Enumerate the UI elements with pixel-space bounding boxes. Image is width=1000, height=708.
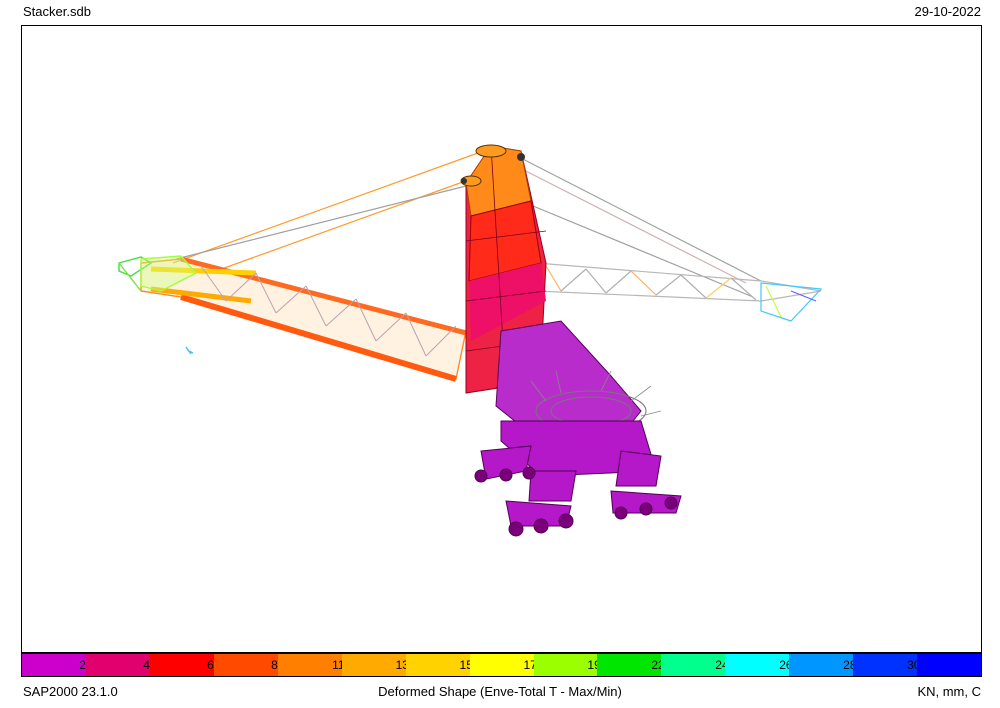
base-frame	[474, 420, 682, 537]
legend-segment: 242	[661, 654, 735, 676]
legend-segment: 286	[789, 654, 863, 676]
counter-jib	[535, 262, 823, 322]
print-date: 29-10-2022	[914, 4, 982, 19]
contour-legend-bar: 22446688110132154176198220242264286308	[21, 653, 982, 677]
legend-segment: 176	[469, 654, 544, 676]
legend-segment: 154	[405, 654, 480, 676]
legend-segment	[917, 654, 982, 676]
legend-segment: 198	[533, 654, 607, 676]
plot-title: Deformed Shape (Enve-Total T - Max/Min)	[378, 684, 622, 699]
file-name: Stacker.sdb	[23, 4, 91, 19]
units-label: KN, mm, C	[917, 684, 981, 699]
model-viewport[interactable]	[21, 25, 982, 653]
legend-segment: 44	[85, 654, 157, 676]
slewing-platform	[495, 320, 662, 437]
stacker-model-drawing	[118, 144, 823, 537]
legend-segment: 308	[853, 654, 927, 676]
legend-segment: 132	[341, 654, 416, 676]
legend-segment: 264	[725, 654, 799, 676]
legend-segment: 22	[22, 654, 93, 676]
main-boom	[118, 255, 467, 382]
legend-segment: 88	[213, 654, 284, 676]
legend-segment: 66	[149, 654, 220, 676]
legend-segment: 220	[597, 654, 671, 676]
legend-segment: 110	[277, 654, 351, 676]
stray-marker	[185, 346, 194, 355]
